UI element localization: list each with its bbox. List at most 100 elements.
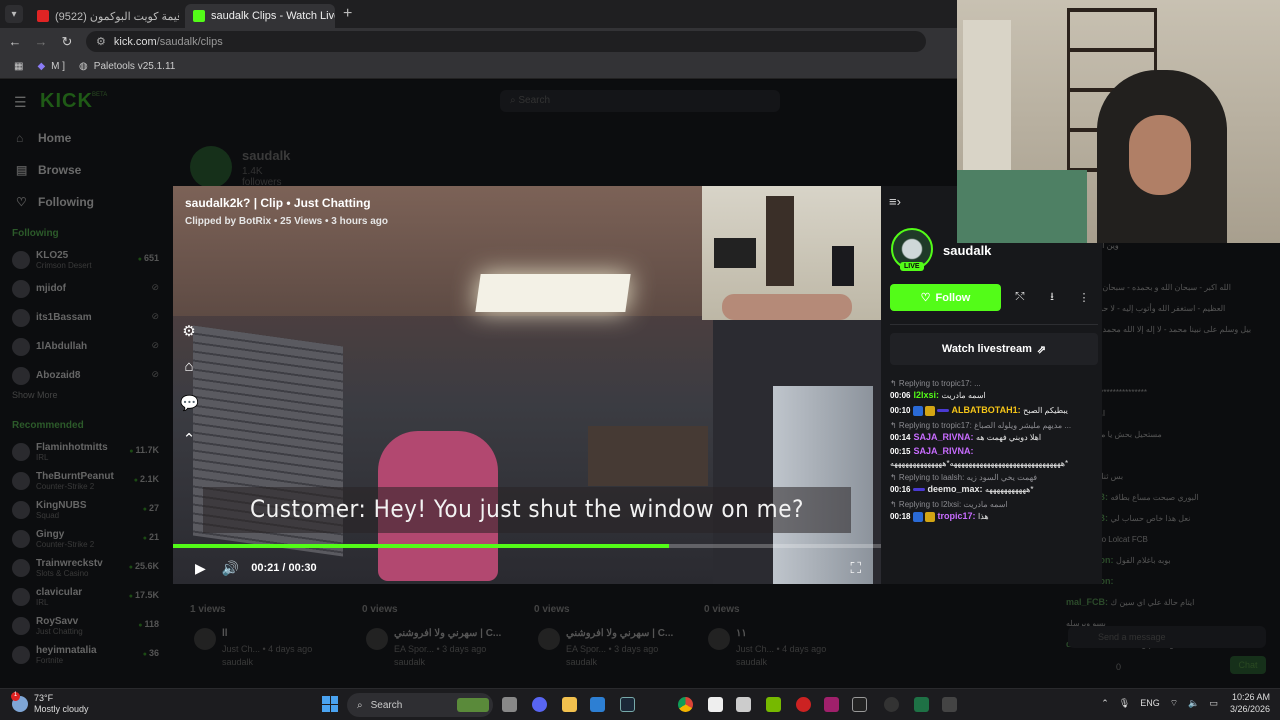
language-indicator[interactable]: ENG [1140,698,1160,708]
viewer-count: 2.1K [134,474,159,484]
store-icon[interactable]: ⌂ [180,358,198,376]
tab-search-icon[interactable]: ▾ [5,5,23,23]
message-user[interactable]: l2lxsi: [913,390,941,400]
channel-item[interactable]: Abozaid8 ⊘ [0,361,175,390]
video-progress-bar[interactable] [173,544,881,548]
search-input[interactable]: ⌕ Search [500,90,780,112]
reload-icon[interactable]: ↻ [56,34,78,50]
obs-icon[interactable] [884,697,899,712]
taskbar-search[interactable]: ⌕ Search [347,693,493,717]
windows-start-icon[interactable] [322,696,338,712]
channel-avatar[interactable] [190,146,232,188]
clip-video[interactable]: saudalk2k? | Clip • Just Chatting Clippe… [173,186,881,584]
sidebar-item-home[interactable]: ⌂ Home [0,122,175,154]
call-of-duty-icon[interactable] [852,697,867,712]
chevrons-up-icon[interactable]: ⌃ [180,430,198,448]
clip-title[interactable]: saudalk2k? | Clip • Just Chatting [185,196,388,210]
store-app-icon[interactable] [590,697,605,712]
tab-kick-clips[interactable]: saudalk Clips - Watch Live on K ✕ [185,4,335,28]
youtube-icon [37,10,49,22]
document-icon[interactable] [708,697,723,712]
site-info-icon[interactable]: ⚙ [96,35,106,48]
channel-name: mjidof [36,283,66,294]
channel-item[interactable]: mjidof ⊘ [0,274,175,303]
viewer-count: 11.7K [129,445,159,455]
streamer-name[interactable]: saudalk [943,243,991,258]
channel-item[interactable]: KLO25Crimson Desert 651 [0,245,175,274]
nvidia-icon[interactable] [766,697,781,712]
clock-date: 3/26/2026 [1229,704,1270,714]
avatar [12,250,30,269]
channel-item[interactable]: its1Bassam ⊘ [0,303,175,332]
wifi-icon[interactable]: ⌔ [1170,698,1178,709]
settings-icon[interactable]: ⚙ [180,322,198,340]
message-text: اسمه مادريت [941,391,986,400]
channel-item[interactable]: 1lAbdullah ⊘ [0,332,175,361]
task-view-icon[interactable] [502,697,517,712]
battery-icon[interactable]: ▭ [1209,698,1218,709]
collapse-panel-icon[interactable]: ≡› [889,194,901,209]
channel-item[interactable]: RoySavvJust Chatting 118 [0,611,175,640]
clip-card[interactable]: 0 views سهرني ولا افروشني | C... EA Spor..… [362,604,522,688]
message-user[interactable]: ALBATBOTAH1: [951,405,1023,415]
steam-icon[interactable] [620,697,635,712]
sidebar-item-following[interactable]: ♡ Following [0,186,175,218]
forward-icon[interactable]: → [30,34,52,49]
menu-icon[interactable]: ☰ [14,94,27,111]
channel-item[interactable]: TrainwreckstvSlots & Casino 25.6K [0,553,175,582]
more-options-icon[interactable]: ⋮ [1071,284,1097,311]
send-message-input[interactable]: Send a message [1068,626,1266,648]
message-user[interactable]: deemo_max: [927,484,985,494]
kick-logo[interactable]: KICK [40,90,93,113]
clip-card[interactable]: 1 views ll Just Ch... • 4 days ago saudalk [190,604,350,688]
sidebar-item-browse[interactable]: ▤ Browse [0,154,175,186]
play-icon[interactable]: ▶ [195,560,206,577]
apps-icon[interactable]: ▦ [14,61,23,72]
download-icon[interactable]: ⭳ [1039,284,1065,311]
viewer-count: 651 [138,253,159,263]
volume-icon[interactable]: 🔈 [1188,698,1199,709]
url-field[interactable]: ⚙ kick.com/saudalk/clips [86,31,926,52]
channel-item[interactable]: heyimnataliaFortnite 36 [0,640,175,669]
channel-item[interactable]: TheBurntPeanutCounter-Strike 2 2.1K [0,466,175,495]
watch-livestream-button[interactable]: Watch livestream ⇗ [890,333,1098,365]
channel-name: heyimnatalia [36,644,97,656]
discord-icon[interactable] [532,697,547,712]
volume-icon[interactable]: 🔊 [222,560,239,577]
message-user[interactable]: SAJA_RIVNA: [913,432,976,442]
clip-card[interactable]: 0 views سهرني ولا افروشني | C... EA Spor..… [534,604,694,688]
fullscreen-icon[interactable]: ⛶ [850,560,861,577]
new-tab-button[interactable]: + [343,5,352,23]
share-icon[interactable]: ⤲ [1007,284,1033,311]
video-light [475,274,631,312]
globe-icon: ◍ [79,61,88,72]
channel-title[interactable]: saudalk [242,148,290,163]
tab-youtube[interactable]: (9522) كم قيمة كويت البوكمون | ... ✕ [29,4,179,28]
chat-icon[interactable]: 💬 [180,394,199,412]
channel-item[interactable]: KingNUBSSquad 27 [0,495,175,524]
microphone-icon[interactable]: 🎙 [1119,698,1130,709]
clip-card[interactable]: 0 views ١١ Just Ch... • 4 days ago saudalk [704,604,864,688]
message-user[interactable]: tropic17: [937,511,978,521]
excel-icon[interactable] [914,697,929,712]
clock[interactable]: 10:26 AM 3/26/2026 [1230,691,1270,715]
app-icon[interactable] [824,697,839,712]
media-player-icon[interactable] [796,697,811,712]
bookmark-m[interactable]: ◆ M ] [37,61,65,72]
message-user[interactable]: SAJA_RIVNA: [913,446,973,456]
channel-item[interactable]: clavicularIRL 17.5K [0,582,175,611]
chat-message: 00:14 SAJA_RIVNA: اهلا دوبني فهمت هه [890,430,1098,445]
chat-send-button[interactable]: Chat [1230,656,1266,674]
chrome-icon[interactable] [678,697,693,712]
notepad-icon[interactable] [736,697,751,712]
bookmark-paletools[interactable]: ◍ Paletools v25.1.11 [79,61,175,72]
chevron-up-icon[interactable]: ⌃ [1101,698,1109,709]
weather-widget[interactable]: 1 73°F Mostly cloudy [11,692,89,715]
channel-item[interactable]: FlaminhotmittsIRL 11.7K [0,437,175,466]
show-more-link[interactable]: Show More [0,390,175,410]
channel-item[interactable]: GingyCounter-Strike 2 21 [0,524,175,553]
file-explorer-icon[interactable] [562,697,577,712]
terminal-icon[interactable] [942,697,957,712]
follow-button[interactable]: ♡ Follow [890,284,1001,311]
back-icon[interactable]: ← [4,34,26,49]
